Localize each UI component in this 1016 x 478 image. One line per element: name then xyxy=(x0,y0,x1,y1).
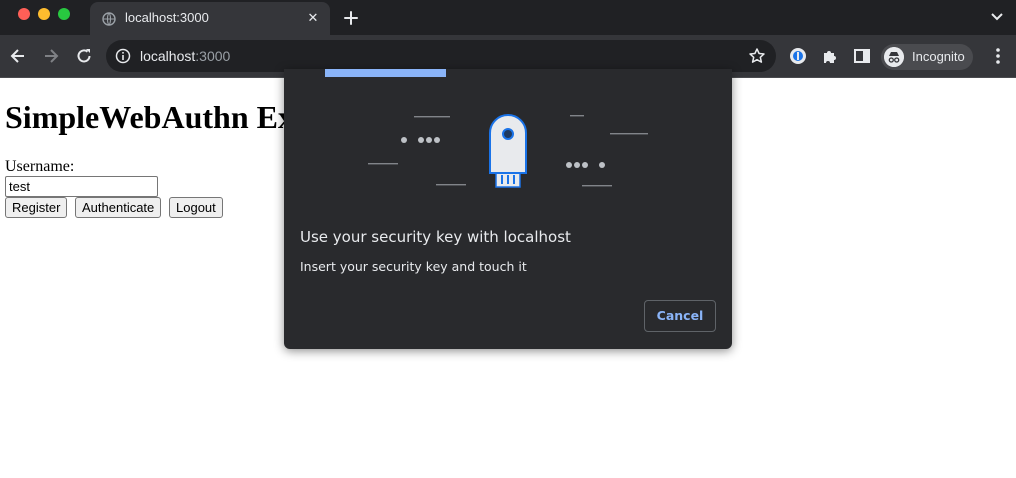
reload-icon[interactable] xyxy=(74,46,94,66)
address-text: localhost:3000 xyxy=(140,48,230,64)
progress-bar xyxy=(325,69,446,77)
password-manager-extension-icon[interactable] xyxy=(789,47,807,65)
address-host: localhost xyxy=(140,48,196,64)
page-title: SimpleWebAuthn Ex xyxy=(5,99,294,135)
address-port: :3000 xyxy=(195,48,231,64)
globe-icon xyxy=(102,12,116,26)
side-panel-icon[interactable] xyxy=(853,47,871,65)
forward-arrow-icon[interactable] xyxy=(41,46,61,66)
incognito-label: Incognito xyxy=(912,49,965,64)
tab-localhost[interactable]: localhost:3000 ✕ xyxy=(90,2,330,35)
back-arrow-icon[interactable] xyxy=(8,46,28,66)
incognito-icon xyxy=(884,47,904,67)
security-key-illustration xyxy=(368,114,648,188)
logout-button[interactable]: Logout xyxy=(169,197,223,218)
dialog-description: Insert your security key and touch it xyxy=(300,259,527,274)
username-input[interactable] xyxy=(5,176,158,197)
address-bar[interactable]: localhost:3000 xyxy=(106,40,776,72)
authenticate-button[interactable]: Authenticate xyxy=(75,197,162,218)
minimize-window-button[interactable] xyxy=(38,8,50,20)
incognito-profile-button[interactable]: Incognito xyxy=(881,44,973,70)
bookmark-star-icon[interactable] xyxy=(748,47,766,65)
username-label: Username: xyxy=(5,158,75,175)
maximize-window-button[interactable] xyxy=(58,8,70,20)
info-icon[interactable] xyxy=(115,48,131,64)
puzzle-extensions-icon[interactable] xyxy=(821,47,839,65)
close-window-button[interactable] xyxy=(18,8,30,20)
dialog-title: Use your security key with localhost xyxy=(300,228,571,246)
tab-close-icon[interactable]: ✕ xyxy=(306,11,320,25)
tab-title: localhost:3000 xyxy=(125,10,209,25)
signal-dots-right xyxy=(566,115,648,187)
signal-dots-left xyxy=(368,116,466,186)
security-key-icon xyxy=(489,114,527,188)
register-button[interactable]: Register xyxy=(5,197,68,218)
new-tab-icon[interactable] xyxy=(342,9,360,27)
cancel-button[interactable]: Cancel xyxy=(644,300,716,332)
more-menu-icon[interactable] xyxy=(991,47,1005,65)
security-key-dialog: Use your security key with localhost Ins… xyxy=(284,69,732,349)
tab-strip: localhost:3000 ✕ xyxy=(0,0,1016,35)
chevron-down-icon[interactable] xyxy=(990,11,1004,23)
